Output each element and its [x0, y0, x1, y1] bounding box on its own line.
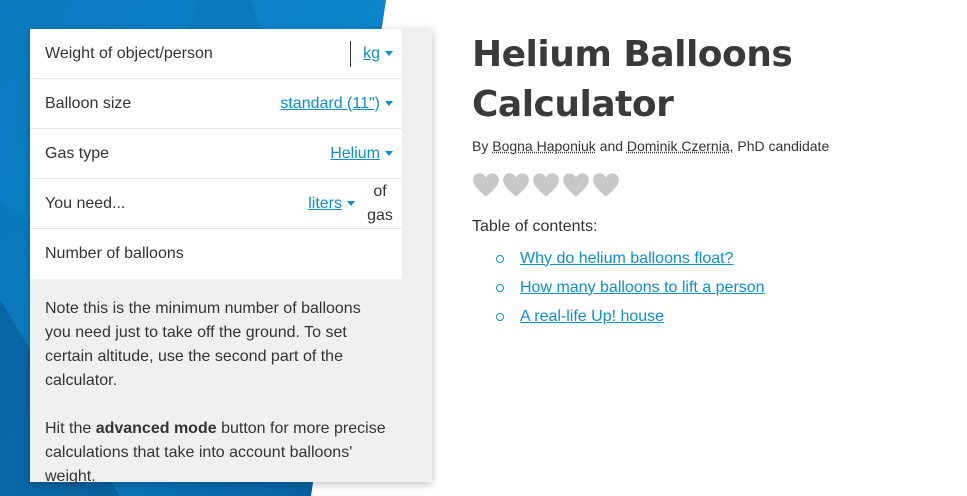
weight-unit-select[interactable]: kg	[363, 45, 393, 63]
you-need-unit-select[interactable]: liters	[308, 195, 355, 213]
circle-bullet-icon	[496, 312, 504, 321]
balloon-size-label: Balloon size	[45, 94, 132, 112]
number-of-balloons-label: Number of balloons	[45, 245, 184, 262]
gas-type-label: Gas type	[45, 144, 110, 162]
you-need-label: You need...	[45, 194, 126, 212]
balloon-size-row: Balloon size standard (11")	[30, 79, 402, 129]
chevron-down-icon	[347, 201, 355, 206]
chevron-down-icon	[385, 101, 393, 106]
byline: By Bogna Haponiuk and Dominik Czernia, P…	[472, 138, 830, 154]
table-of-contents: Why do helium balloons float? How many b…	[496, 244, 952, 331]
note-paragraph-1: Note this is the minimum number of ballo…	[45, 300, 361, 389]
toc-link-lift-person[interactable]: How many balloons to lift a person	[520, 279, 765, 297]
toc-title: Table of contents:	[472, 218, 598, 235]
page-title: Helium Balloons Calculator	[472, 34, 793, 125]
toc-link-why-float[interactable]: Why do helium balloons float?	[520, 250, 733, 268]
heart-icon[interactable]	[562, 172, 590, 198]
number-of-balloons-row: Number of balloons	[30, 229, 402, 279]
toc-item: Why do helium balloons float?	[496, 244, 952, 273]
author-link-1[interactable]: Bogna Haponiuk	[492, 138, 596, 154]
gas-suffix: of gas	[367, 182, 393, 224]
circle-bullet-icon	[496, 283, 504, 292]
calculator-rows: Weight of object/person kg Balloon size …	[30, 29, 402, 279]
circle-bullet-icon	[496, 254, 504, 263]
weight-input-cursor[interactable]	[350, 41, 351, 67]
calculator-note: Note this is the minimum number of ballo…	[30, 279, 402, 489]
chevron-down-icon	[385, 51, 393, 56]
heart-icon[interactable]	[472, 172, 500, 198]
header-section: Helium Balloons Calculator By Bogna Hapo…	[472, 30, 952, 331]
advanced-mode-text: advanced mode	[95, 420, 217, 437]
rating-hearts	[472, 172, 952, 198]
heart-icon[interactable]	[502, 172, 530, 198]
weight-row: Weight of object/person kg	[30, 29, 402, 79]
toc-item: A real-life Up! house	[496, 302, 952, 331]
balloon-size-select[interactable]: standard (11")	[280, 95, 393, 113]
author-link-2[interactable]: Dominik Czernia	[627, 138, 730, 154]
note-paragraph-2: Hit the advanced mode button for more pr…	[45, 420, 386, 485]
gas-type-select[interactable]: Helium	[330, 145, 393, 163]
weight-label: Weight of object/person	[45, 44, 213, 62]
toc-link-up-house[interactable]: A real-life Up! house	[520, 308, 664, 326]
toc-item: How many balloons to lift a person	[496, 273, 952, 302]
you-need-row: You need... liters of gas	[30, 179, 402, 229]
heart-icon[interactable]	[592, 172, 620, 198]
chevron-down-icon	[385, 151, 393, 156]
calculator-card: Weight of object/person kg Balloon size …	[30, 29, 432, 485]
gas-type-row: Gas type Helium	[30, 129, 402, 179]
heart-icon[interactable]	[532, 172, 560, 198]
